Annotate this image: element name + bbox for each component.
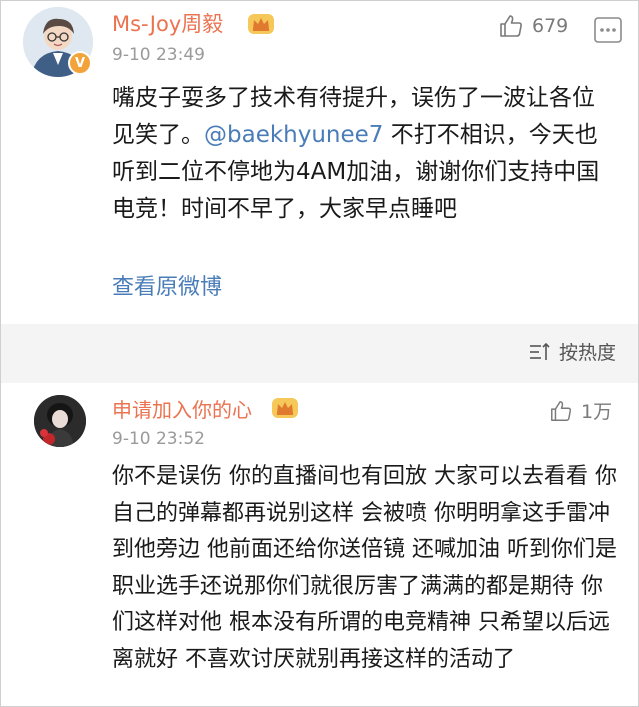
thumbs-up-icon: [500, 15, 522, 37]
crown-icon: [248, 14, 274, 34]
comment-text: 嘴皮子耍多了技术有待提升，误伤了一波让各位见笑了。@baekhyunee7 不打…: [112, 80, 612, 228]
sort-label: 按热度: [558, 342, 616, 364]
like-count: 1万: [581, 401, 613, 423]
weibo-comment-screen: V Ms-Joy周毅 9-10 23:49 679 嘴皮子耍多了技术有待提升，误…: [0, 0, 639, 707]
more-dots-icon[interactable]: [594, 17, 622, 43]
crown-icon: [272, 398, 298, 418]
sort-icon: [529, 342, 550, 360]
sort-button[interactable]: 按热度: [529, 338, 616, 365]
sort-bar: 按热度: [1, 324, 638, 383]
reply-text: 你不是误伤 你的直播间也有回放 大家可以去看看 你自己的弹幕都再说别这样 会被喷…: [112, 464, 617, 672]
verified-badge-icon: V: [68, 51, 92, 75]
thumbs-up-icon: [551, 400, 572, 421]
avatar[interactable]: [34, 395, 86, 447]
timestamp: 9-10 23:49: [112, 45, 205, 65]
username[interactable]: Ms-Joy周毅: [112, 11, 223, 37]
like-button[interactable]: 679: [498, 13, 568, 39]
avatar-photo-icon: [34, 395, 86, 447]
mention-link[interactable]: @baekhyunee7: [204, 122, 383, 148]
like-button[interactable]: 1万: [549, 397, 612, 424]
reply-comment: 申请加入你的心 9-10 23:52 1万 你不是误伤 你的直播间也有回放 大家…: [1, 383, 638, 706]
view-original-link[interactable]: 查看原微博: [112, 273, 222, 303]
like-count: 679: [532, 15, 569, 37]
username[interactable]: 申请加入你的心: [112, 397, 252, 423]
original-comment: V Ms-Joy周毅 9-10 23:49 679 嘴皮子耍多了技术有待提升，误…: [1, 1, 638, 324]
timestamp: 9-10 23:52: [112, 429, 205, 449]
